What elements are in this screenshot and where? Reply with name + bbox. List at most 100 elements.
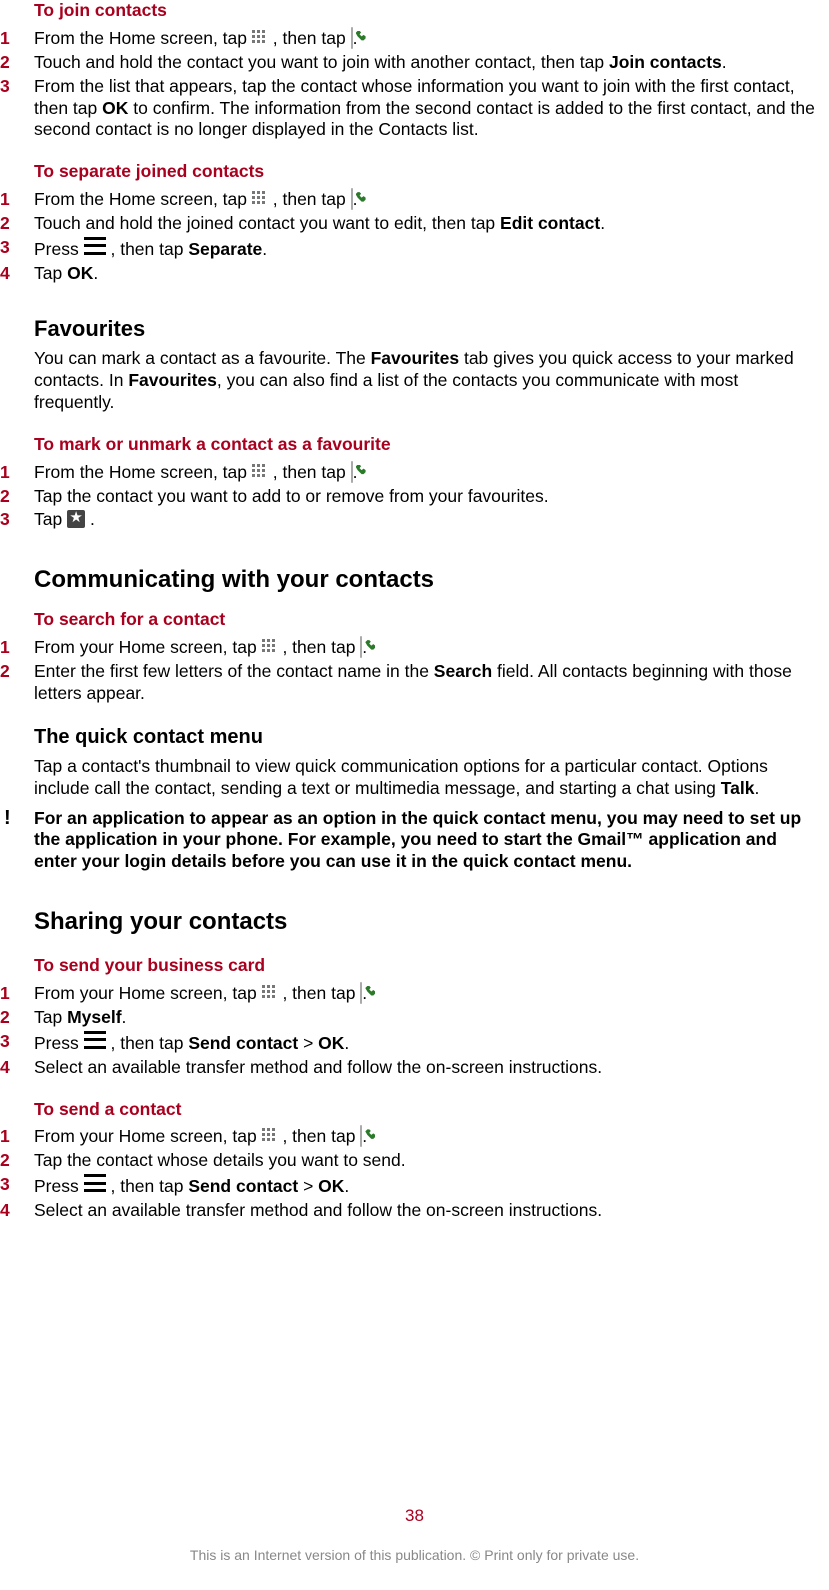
page-number: 38 — [0, 1505, 829, 1526]
step-number: 4 — [0, 263, 34, 285]
phone-icon — [360, 1125, 362, 1147]
step-row: 1 From the Home screen, tap , then tap . — [0, 462, 829, 484]
step-text-fragment: , then tap — [282, 637, 360, 657]
step-text: Press , then tap Send contact > OK. — [34, 1031, 829, 1055]
step-text-fragment: Touch and hold the joined contact you wa… — [34, 213, 500, 233]
step-row: 3 Press , then tap Send contact > OK. — [0, 1174, 829, 1198]
document-page: To join contacts 1 From the Home screen,… — [0, 0, 829, 1590]
step-text-bold: Search — [434, 661, 492, 681]
step-text-bold: Separate — [188, 239, 262, 259]
step-row: 4 Tap OK. — [0, 263, 829, 285]
heading-send-business-card: To send your business card — [34, 955, 809, 977]
step-text-fragment: Tap — [34, 263, 67, 283]
step-row: 2 Tap the contact you want to add to or … — [0, 486, 829, 508]
step-text: From your Home screen, tap , then tap . — [34, 637, 829, 659]
menu-icon — [84, 237, 106, 255]
step-number: 2 — [0, 1150, 34, 1172]
step-text-fragment: . — [93, 263, 98, 283]
step-text-fragment: From your Home screen, tap — [34, 983, 262, 1003]
step-text-fragment: > — [298, 1033, 318, 1053]
step-text-fragment: . — [90, 509, 95, 529]
step-row: 1 From your Home screen, tap , then tap … — [0, 637, 829, 659]
footer: 38 This is an Internet version of this p… — [0, 1505, 829, 1564]
para-text-fragment: You can mark a contact as a favourite. T… — [34, 348, 371, 368]
step-number: 3 — [0, 1174, 34, 1196]
apps-grid-icon — [262, 985, 278, 1001]
step-row: 4 Select an available transfer method an… — [0, 1200, 829, 1222]
step-number: 3 — [0, 509, 34, 531]
important-icon: ! — [0, 808, 34, 828]
apps-grid-icon — [262, 1128, 278, 1144]
step-text-bold: OK — [318, 1176, 344, 1196]
menu-icon — [84, 1031, 106, 1049]
step-number: 2 — [0, 661, 34, 683]
step-text-fragment: From your Home screen, tap — [34, 1126, 262, 1146]
step-row: 3 Press , then tap Separate. — [0, 237, 829, 261]
favourites-paragraph: You can mark a contact as a favourite. T… — [34, 348, 809, 414]
heading-mark-favourite: To mark or unmark a contact as a favouri… — [34, 434, 809, 456]
apps-grid-icon — [252, 464, 268, 480]
star-icon — [67, 510, 85, 528]
step-text-fragment: . — [362, 983, 367, 1003]
step-row: 1 From the Home screen, tap , then tap . — [0, 189, 829, 211]
step-row: 2 Tap the contact whose details you want… — [0, 1150, 829, 1172]
phone-icon — [351, 461, 353, 483]
heading-communicating: Communicating with your contacts — [34, 565, 809, 595]
step-text-fragment: , then tap — [273, 28, 351, 48]
step-text-fragment: to confirm. The information from the sec… — [34, 98, 815, 140]
menu-icon — [84, 1174, 106, 1192]
heading-quick-contact: The quick contact menu — [34, 725, 809, 750]
note-text: For an application to appear as an optio… — [34, 808, 829, 874]
step-text-fragment: . — [362, 637, 367, 657]
step-row: 3 Tap . — [0, 509, 829, 531]
heading-send-contact: To send a contact — [34, 1099, 809, 1121]
step-text-fragment: , then tap — [282, 983, 360, 1003]
para-text-bold: Talk — [721, 778, 755, 798]
section-send-business-card: To send your business card 1 From your H… — [0, 955, 829, 1078]
step-number: 1 — [0, 462, 34, 484]
phone-icon — [360, 982, 362, 1004]
step-text: From the Home screen, tap , then tap . — [34, 28, 829, 50]
step-text-fragment: . — [353, 28, 358, 48]
step-row: 3 Press , then tap Send contact > OK. — [0, 1031, 829, 1055]
note-row: ! For an application to appear as an opt… — [0, 808, 829, 874]
section-separate-contacts: To separate joined contacts 1 From the H… — [0, 161, 829, 284]
step-number: 2 — [0, 213, 34, 235]
step-text-fragment: Press — [34, 1033, 84, 1053]
step-number: 1 — [0, 189, 34, 211]
step-number: 3 — [0, 76, 34, 98]
heading-to-join-contacts: To join contacts — [34, 0, 809, 22]
heading-favourites: Favourites — [34, 315, 809, 343]
apps-grid-icon — [262, 639, 278, 655]
step-number: 1 — [0, 28, 34, 50]
step-number: 1 — [0, 1126, 34, 1148]
section-quick-contact: The quick contact menu Tap a contact's t… — [34, 725, 809, 800]
step-number: 3 — [0, 237, 34, 259]
step-text: Press , then tap Separate. — [34, 237, 829, 261]
step-text-fragment: , then tap — [282, 1126, 360, 1146]
step-number: 4 — [0, 1057, 34, 1079]
step-text: Touch and hold the joined contact you wa… — [34, 213, 829, 235]
step-text-fragment: . — [344, 1176, 349, 1196]
step-text: From the Home screen, tap , then tap . — [34, 462, 829, 484]
step-text-fragment: Tap — [34, 1007, 67, 1027]
step-text-fragment: Enter the first few letters of the conta… — [34, 661, 434, 681]
step-number: 2 — [0, 1007, 34, 1029]
step-text-fragment: Press — [34, 1176, 84, 1196]
section-search-contact: To search for a contact 1 From your Home… — [0, 609, 829, 705]
step-row: 4 Select an available transfer method an… — [0, 1057, 829, 1079]
step-row: 2 Enter the first few letters of the con… — [0, 661, 829, 705]
step-text-fragment: > — [298, 1176, 318, 1196]
step-text-bold: Edit contact — [500, 213, 600, 233]
step-row: 1 From the Home screen, tap , then tap . — [0, 28, 829, 50]
step-number: 4 — [0, 1200, 34, 1222]
step-text: Tap Myself. — [34, 1007, 829, 1029]
section-sharing: Sharing your contacts — [34, 907, 809, 937]
step-row: 1 From your Home screen, tap , then tap … — [0, 983, 829, 1005]
step-number: 1 — [0, 637, 34, 659]
para-text-fragment: . — [755, 778, 760, 798]
phone-icon — [351, 188, 353, 210]
step-text-bold: Send contact — [188, 1176, 298, 1196]
step-text-fragment: , then tap — [110, 1033, 188, 1053]
step-text: Tap the contact whose details you want t… — [34, 1150, 829, 1172]
